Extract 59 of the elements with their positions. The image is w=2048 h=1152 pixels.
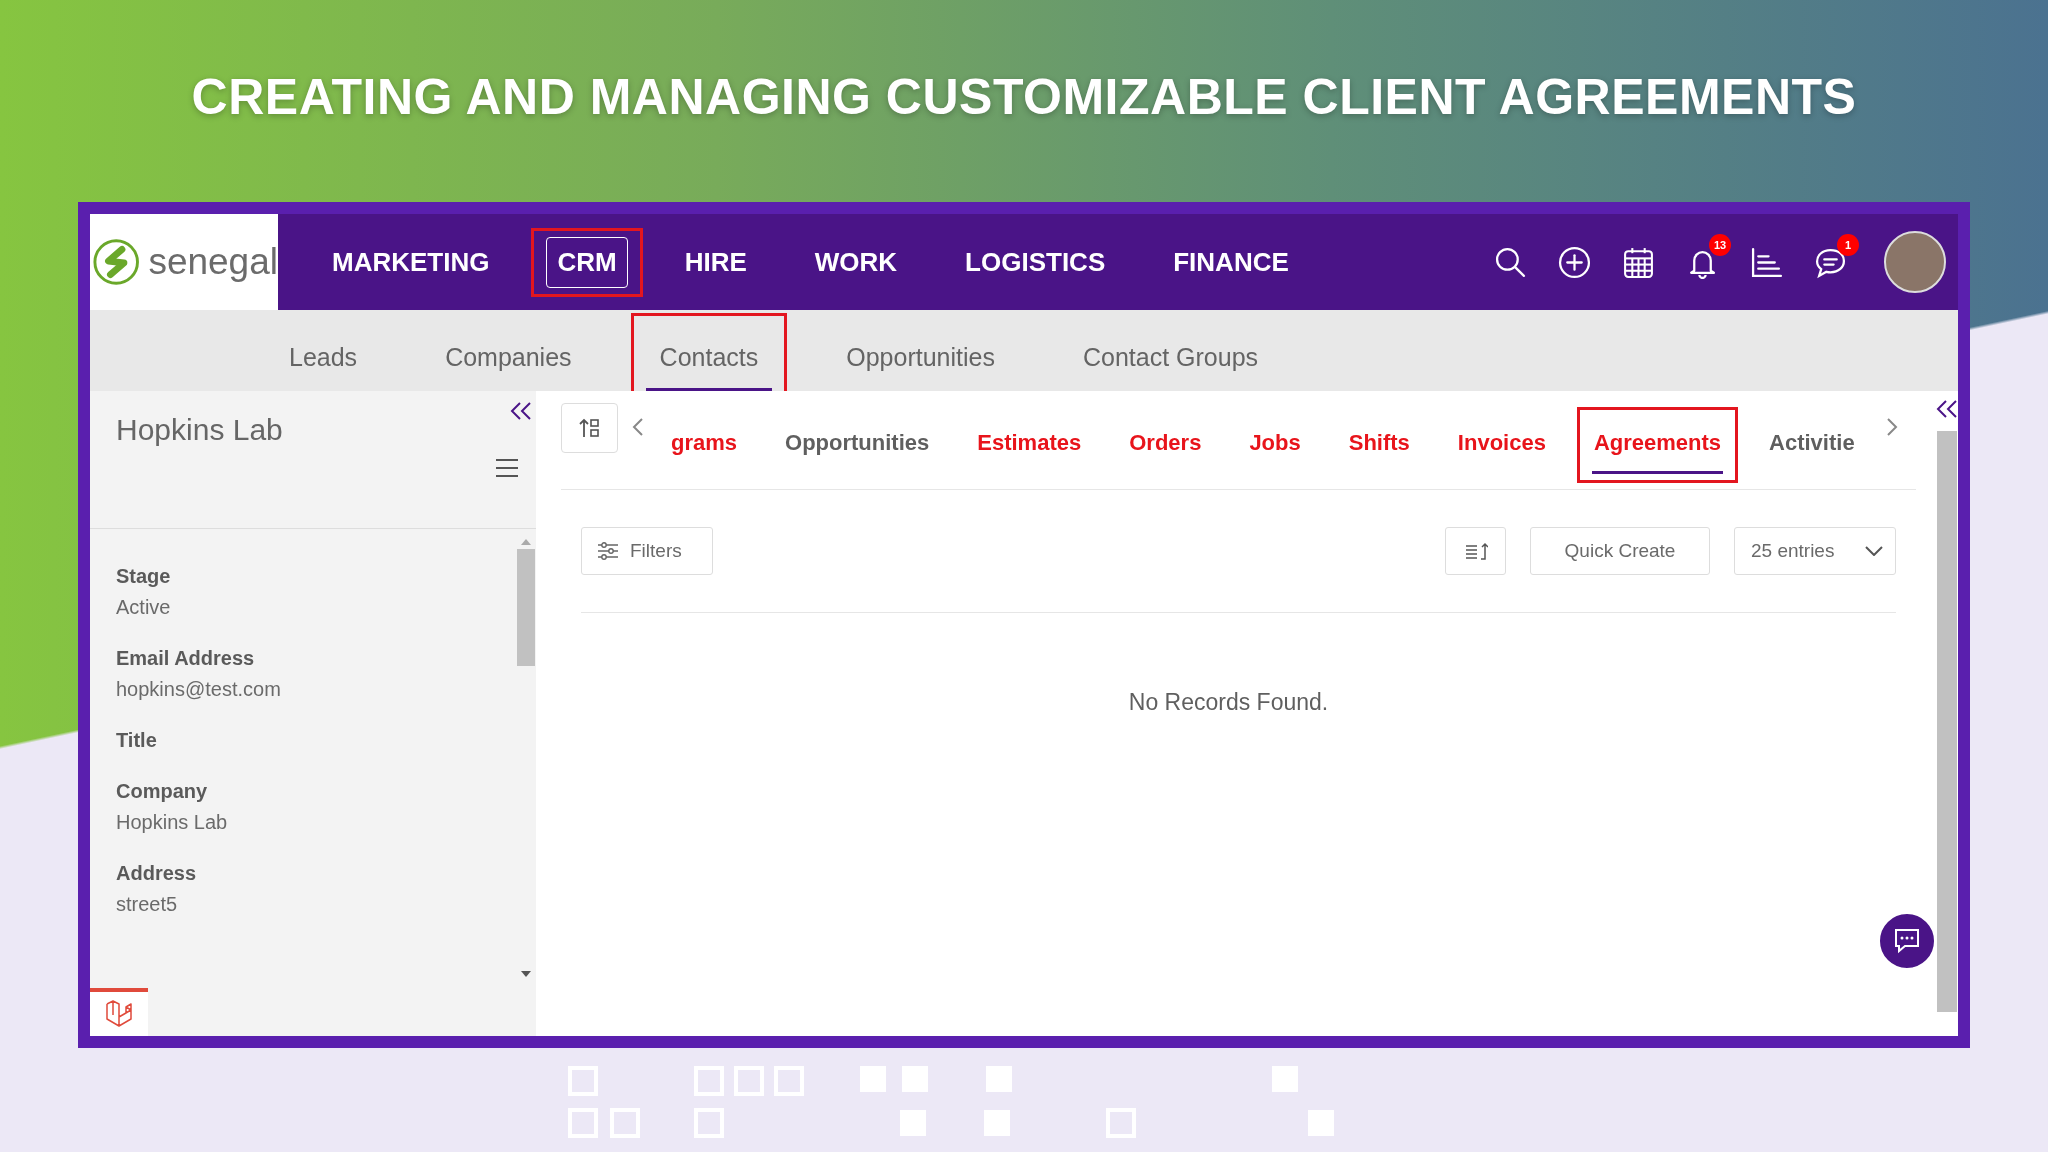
cube-logo-icon	[104, 999, 134, 1029]
chevron-left-icon[interactable]	[632, 417, 644, 437]
record-tab[interactable]: Opportunities	[783, 410, 932, 474]
filters-button[interactable]: Filters	[581, 527, 713, 575]
field-label: Email Address	[116, 647, 256, 670]
record-tab[interactable]: Shifts	[1346, 410, 1412, 474]
subnav-tab[interactable]: Contact Groups	[1068, 316, 1273, 391]
nav-tab[interactable]: LOGISTICS	[954, 236, 1117, 288]
entries-dropdown[interactable]: 25 entries	[1734, 527, 1896, 575]
scrollbar[interactable]	[1937, 431, 1957, 1012]
chevron-right-icon[interactable]	[1885, 417, 1898, 437]
headline: CREATING AND MANAGING CUSTOMIZABLE CLIENT AGREEMENTS	[191, 68, 1857, 126]
nav-tab[interactable]: WORK	[803, 236, 909, 288]
export-button[interactable]	[1445, 527, 1506, 575]
add-icon[interactable]	[1558, 245, 1591, 279]
field-label: Title	[116, 729, 158, 752]
subnav-tab[interactable]: Companies	[431, 316, 586, 391]
record-title: Hopkins Lab	[116, 413, 283, 447]
menu-icon[interactable]	[496, 459, 518, 477]
record-tab[interactable]: grams	[669, 410, 740, 474]
record-tab[interactable]: Orders	[1127, 410, 1204, 474]
record-tab[interactable]: Agreements	[1591, 410, 1724, 474]
subnav-tab[interactable]: Opportunities	[832, 316, 1009, 391]
list-icon	[1463, 541, 1488, 561]
scroll-down-icon[interactable]	[521, 970, 531, 978]
notification-badge: 1	[1837, 233, 1859, 256]
subnav-tab[interactable]: Leads	[275, 316, 372, 391]
field-value: street5	[116, 893, 179, 916]
sort-icon	[578, 417, 601, 439]
field-value: Active	[116, 596, 172, 619]
record-tab[interactable]: Jobs	[1247, 410, 1303, 474]
nav-tab[interactable]: FINANCE	[1162, 236, 1300, 288]
filter-icon	[598, 542, 618, 560]
empty-message: No Records Found.	[1128, 689, 1329, 716]
nav-tab[interactable]: CRM	[546, 236, 628, 288]
calendar-icon[interactable]	[1622, 245, 1655, 279]
field-label: Address	[116, 862, 198, 885]
field-value: hopkins@test.com	[116, 678, 282, 701]
nav-tab[interactable]: MARKETING	[321, 236, 501, 288]
record-tab[interactable]: Estimates	[975, 410, 1084, 474]
chat-icon	[1893, 928, 1921, 954]
nav-tab[interactable]: HIRE	[673, 236, 758, 288]
record-tab[interactable]: Activitie	[1767, 410, 1857, 474]
framework-logo-button[interactable]	[90, 988, 148, 1036]
field-value: Hopkins Lab	[116, 811, 229, 834]
chart-icon[interactable]	[1750, 245, 1783, 279]
field-label: Company	[116, 780, 209, 803]
field-label: Stage	[116, 565, 172, 588]
collapse-icon[interactable]	[510, 401, 532, 421]
sort-button[interactable]	[561, 403, 618, 453]
collapse-icon[interactable]	[1936, 399, 1958, 419]
scrollbar-thumb[interactable]	[517, 549, 535, 666]
caret-icon	[1865, 546, 1883, 556]
notification-badge: 13	[1709, 233, 1731, 256]
logo-icon	[92, 237, 141, 287]
record-tab[interactable]: Invoices	[1455, 410, 1548, 474]
quick-create-button[interactable]: Quick Create	[1530, 527, 1710, 575]
logo[interactable]: senegal	[90, 214, 278, 310]
search-icon[interactable]	[1494, 245, 1527, 279]
